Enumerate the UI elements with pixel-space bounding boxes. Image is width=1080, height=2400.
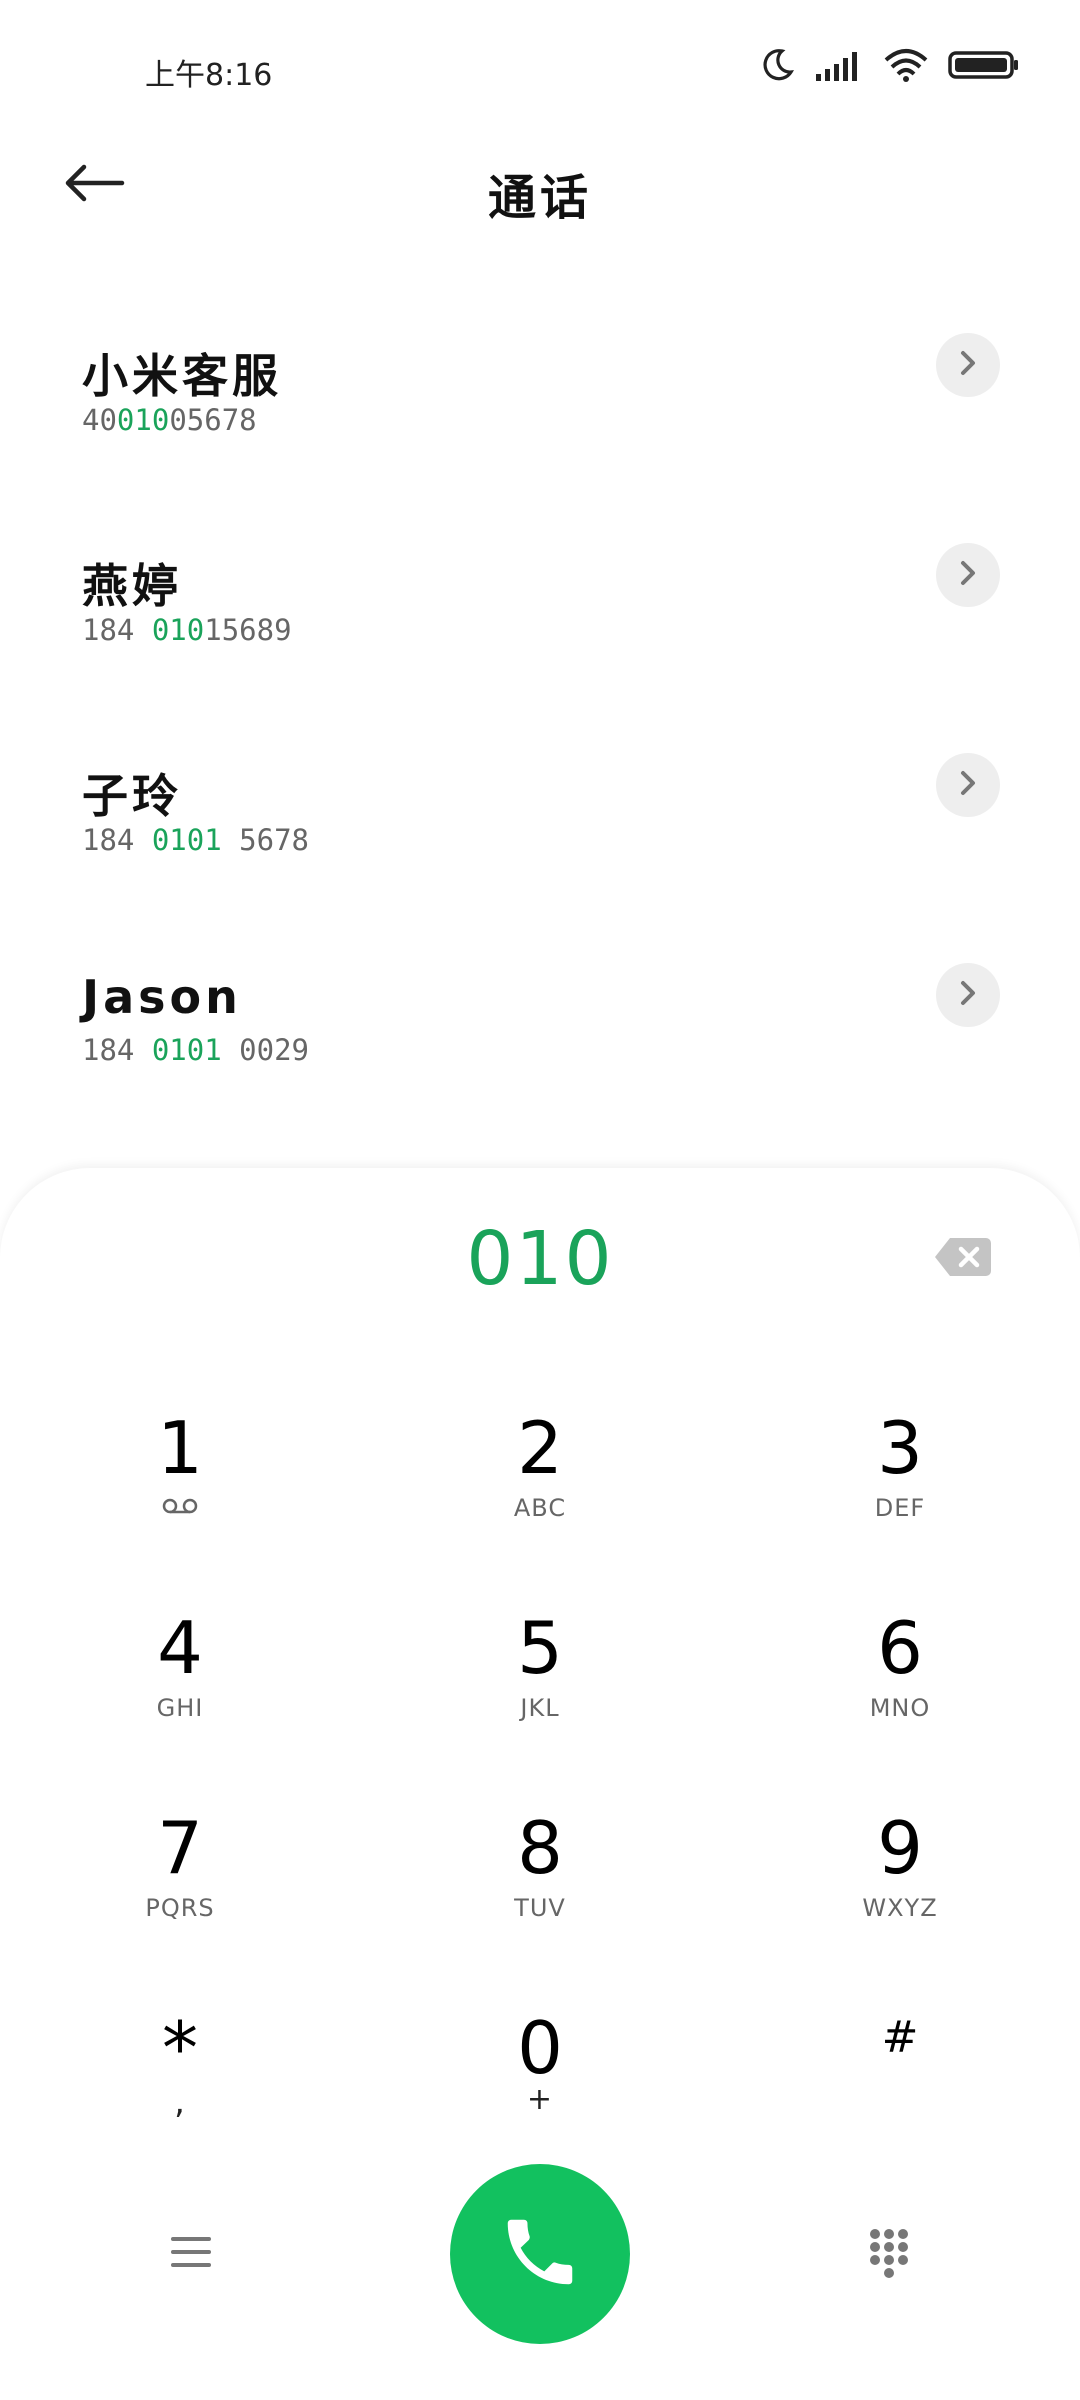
contact-detail-button[interactable]	[936, 543, 1000, 607]
key-letters: MNO	[869, 1694, 931, 1722]
chevron-right-icon	[955, 978, 981, 1012]
key-7[interactable]: 7 PQRS	[30, 1808, 330, 1988]
key-2[interactable]: 2 ABC	[390, 1408, 690, 1588]
key-letters: GHI	[156, 1694, 204, 1722]
key-3[interactable]: 3 DEF	[750, 1408, 1050, 1588]
list-item[interactable]: 小米客服 4001005678	[0, 300, 1080, 510]
key-letters: DEF	[874, 1494, 926, 1522]
header: 通话	[0, 120, 1080, 250]
key-digit: 4	[157, 1606, 203, 1690]
status-time: 上午8:16	[145, 58, 273, 93]
dialpad-toggle-button[interactable]	[854, 2218, 924, 2294]
key-8[interactable]: 8 TUV	[390, 1808, 690, 1988]
key-letters: WXYZ	[862, 1894, 938, 1922]
key-digit: 9	[877, 1806, 923, 1890]
contact-name: 小米客服	[82, 349, 282, 403]
key-digit: 1	[157, 1406, 203, 1490]
list-item[interactable]: 燕婷 184 01015689	[0, 510, 1080, 720]
page-title: 通话	[487, 170, 592, 226]
key-digit: 2	[517, 1406, 563, 1490]
wifi-icon	[884, 48, 928, 86]
signal-icon	[814, 48, 864, 86]
contact-number: 184 01015689	[82, 613, 292, 647]
backspace-icon	[934, 1238, 992, 1282]
contact-name: 燕婷	[82, 559, 182, 613]
contact-name: 子玲	[82, 769, 182, 823]
key-4[interactable]: 4 GHI	[30, 1608, 330, 1788]
contact-detail-button[interactable]	[936, 963, 1000, 1027]
status-bar: 上午8:16	[0, 0, 1080, 120]
dialpad-icon	[867, 2228, 911, 2284]
key-digit: 8	[517, 1806, 563, 1890]
key-digit: 5	[517, 1606, 563, 1690]
status-icons	[760, 48, 1020, 86]
menu-icon	[169, 2232, 213, 2276]
contact-name: Jason	[82, 970, 242, 1024]
key-letters: PQRS	[145, 1894, 215, 1922]
call-button[interactable]	[450, 2164, 630, 2344]
key-9[interactable]: 9 WXYZ	[750, 1808, 1050, 1988]
key-letters: JKL	[520, 1694, 560, 1722]
list-item[interactable]: Jason 184 0101 0029	[0, 930, 1080, 1140]
menu-button[interactable]	[158, 2221, 224, 2287]
key-letters: ABC	[513, 1494, 567, 1522]
chevron-right-icon	[955, 558, 981, 592]
contact-number: 184 0101 5678	[82, 823, 309, 857]
key-1[interactable]: 1	[30, 1408, 330, 1588]
contact-number: 184 0101 0029	[82, 1033, 309, 1067]
key-digit: 6	[877, 1606, 923, 1690]
key-digit: 3	[877, 1406, 923, 1490]
key-digit: 7	[157, 1806, 203, 1890]
contact-detail-button[interactable]	[936, 753, 1000, 817]
contact-number: 4001005678	[82, 403, 257, 437]
chevron-right-icon	[955, 768, 981, 802]
chevron-right-icon	[955, 348, 981, 382]
moon-icon	[760, 48, 795, 86]
key-letters: TUV	[514, 1894, 566, 1922]
backspace-button[interactable]	[934, 1236, 992, 1278]
bottom-bar	[0, 1994, 1080, 2344]
list-item[interactable]: 子玲 184 0101 5678	[0, 720, 1080, 930]
contact-list: 小米客服 4001005678 燕婷 184 01015689 子玲 184 0…	[0, 300, 1080, 1140]
key-6[interactable]: 6 MNO	[750, 1608, 1050, 1788]
phone-icon	[497, 2209, 583, 2299]
battery-icon	[948, 48, 1020, 86]
dial-input[interactable]: 010	[0, 1216, 1080, 1302]
key-5[interactable]: 5 JKL	[390, 1608, 690, 1788]
voicemail-icon	[30, 1494, 330, 1522]
contact-detail-button[interactable]	[936, 333, 1000, 397]
